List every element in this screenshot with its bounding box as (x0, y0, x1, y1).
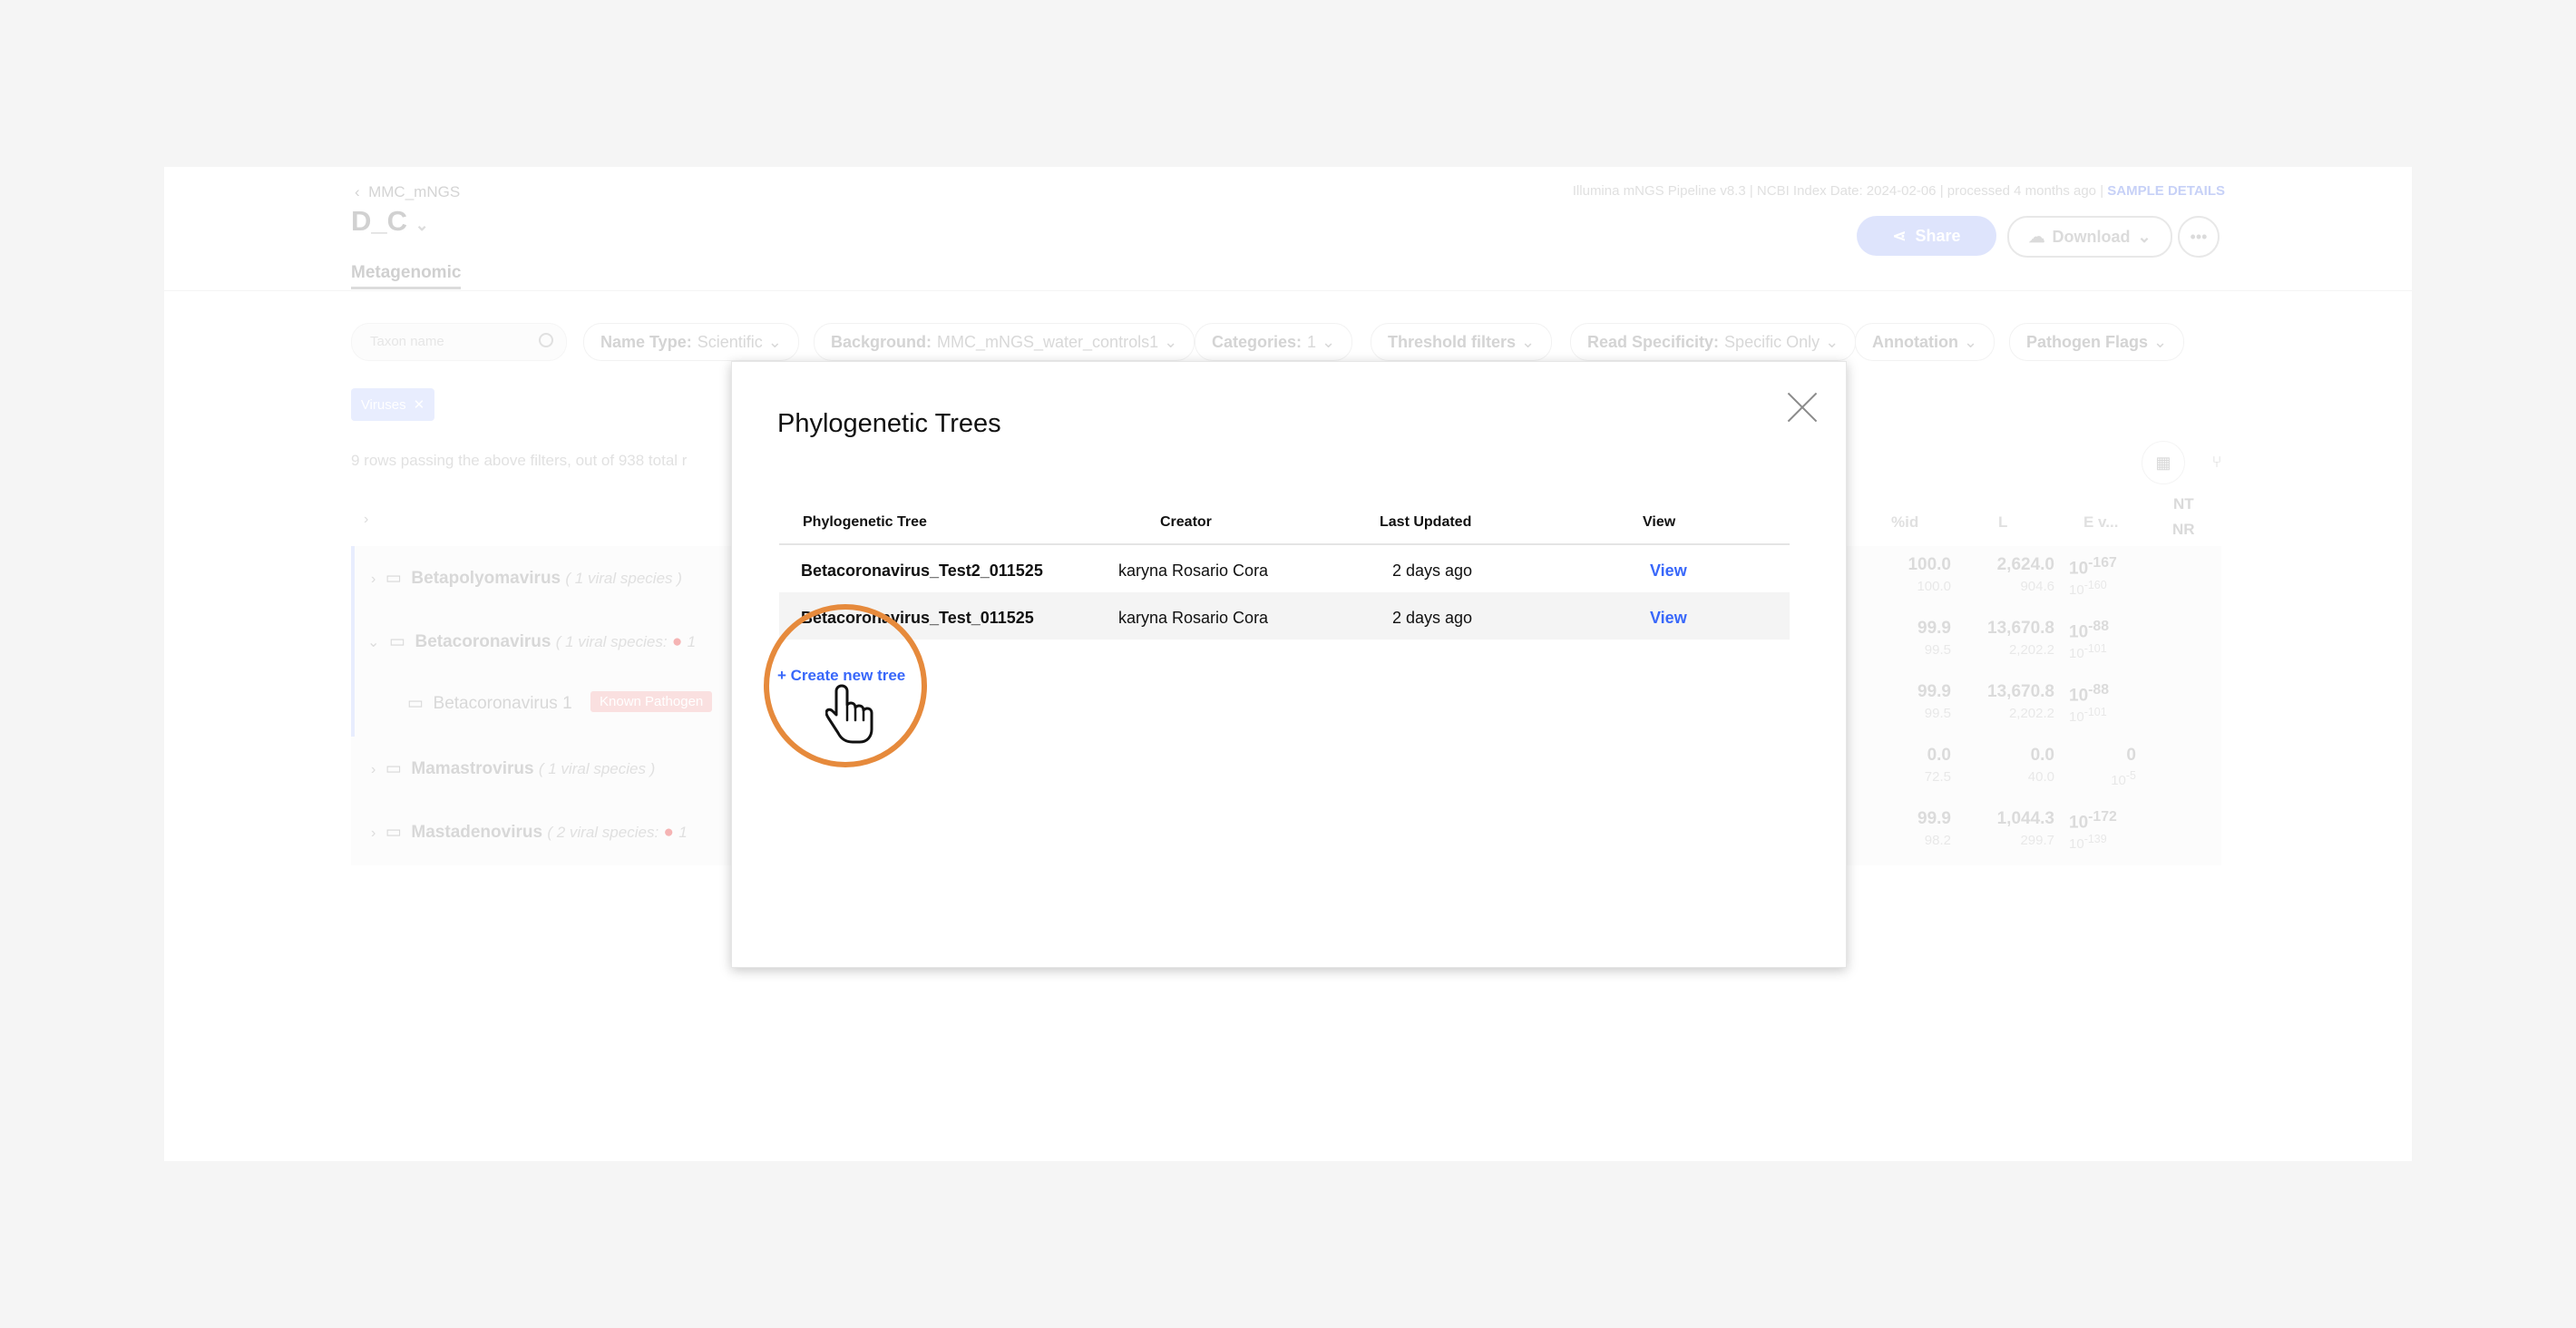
trees-table: Phylogenetic Tree Creator Last Updated V… (779, 498, 1790, 640)
creator: karyna Rosario Cora (1118, 561, 1269, 580)
hand-pointer-icon (825, 684, 873, 744)
table-row: Betacoronavirus_Test_011525 karyna Rosar… (779, 592, 1790, 640)
creator: karyna Rosario Cora (1118, 609, 1269, 627)
last-updated: 2 days ago (1392, 561, 1473, 580)
col-view: View (1643, 514, 1676, 530)
last-updated: 2 days ago (1392, 609, 1473, 627)
col-last-updated: Last Updated (1380, 514, 1472, 530)
col-phylogenetic-tree: Phylogenetic Tree (803, 514, 927, 530)
modal-title: Phylogenetic Trees (777, 409, 1001, 438)
col-creator: Creator (1160, 514, 1212, 530)
table-row: Betacoronavirus_Test2_011525 karyna Rosa… (779, 545, 1790, 592)
close-icon[interactable] (1784, 389, 1820, 425)
view-link[interactable]: View (1650, 609, 1687, 628)
tree-name: Betacoronavirus_Test2_011525 (801, 561, 1043, 580)
table-header: Phylogenetic Tree Creator Last Updated V… (779, 498, 1790, 545)
view-link[interactable]: View (1650, 561, 1687, 581)
